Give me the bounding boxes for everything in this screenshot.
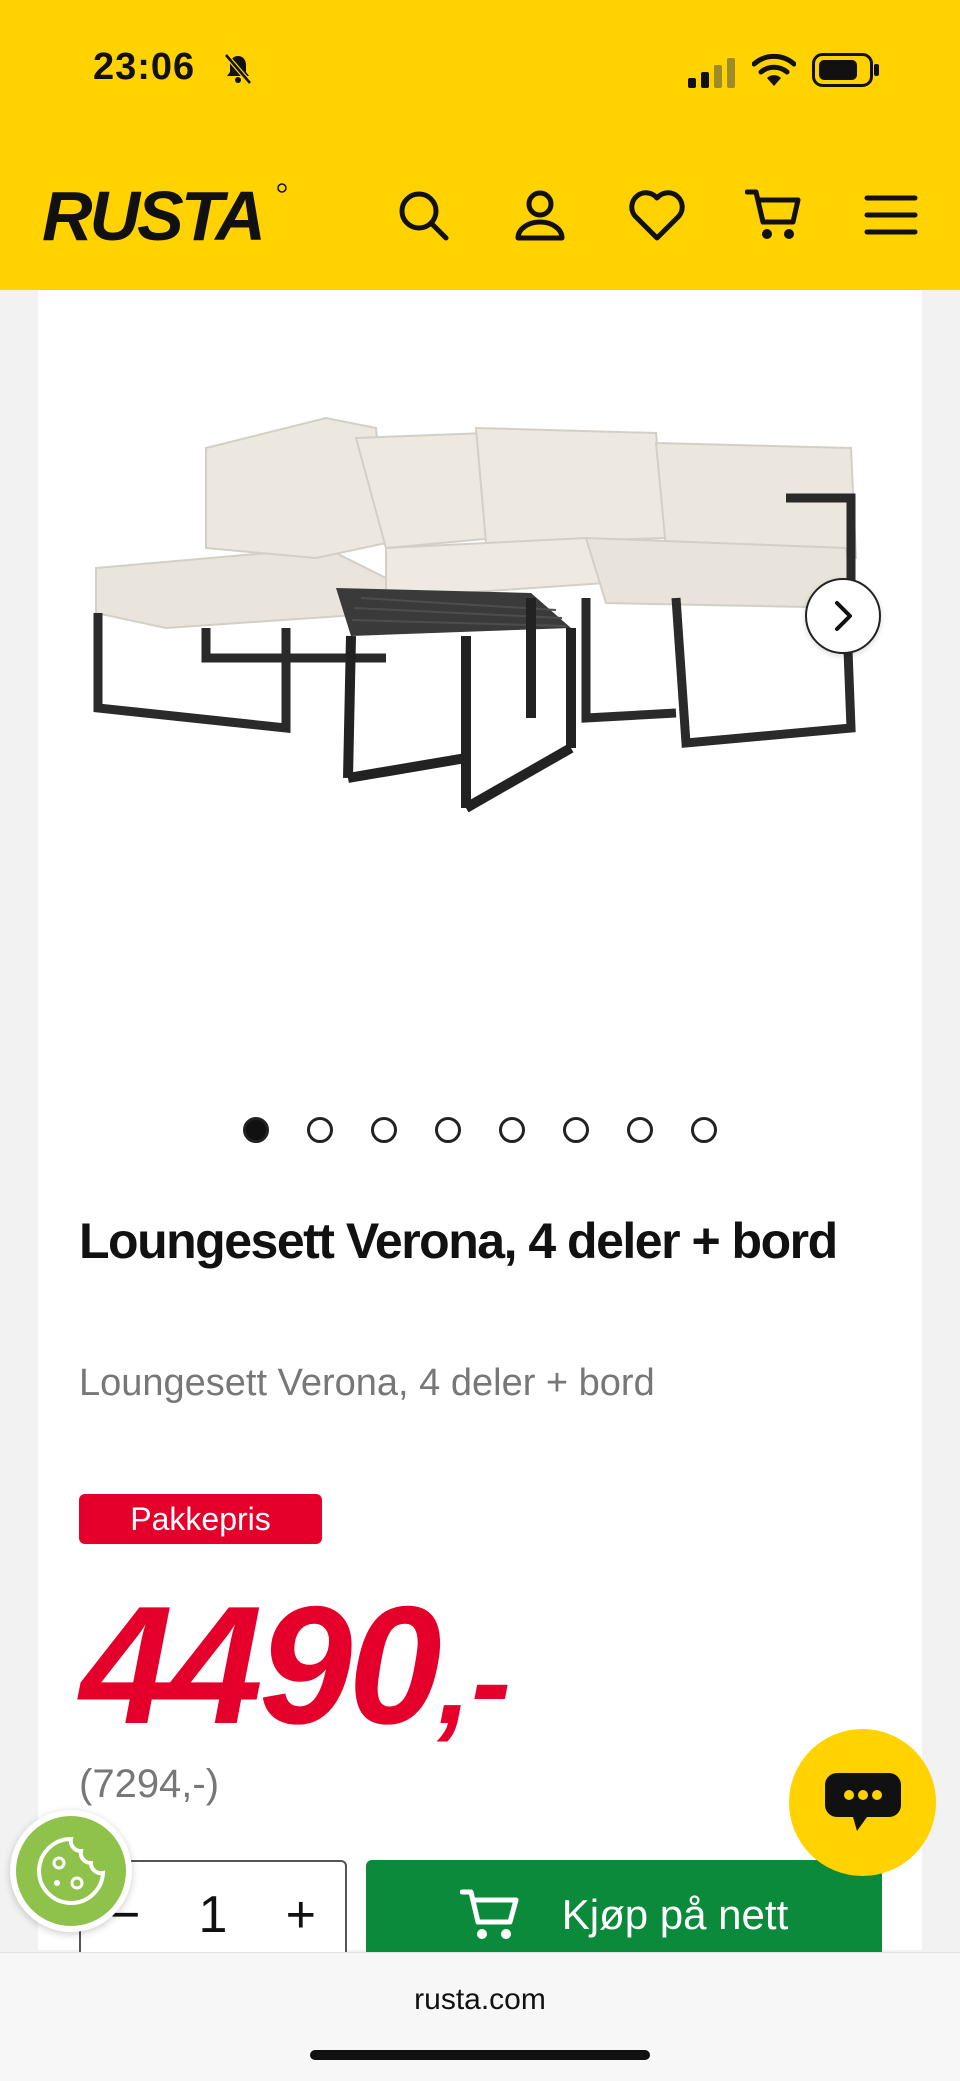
search-icon xyxy=(399,191,449,241)
cart-icon xyxy=(459,1889,519,1939)
status-time: 23:06 xyxy=(93,46,196,88)
cart-button[interactable] xyxy=(745,186,803,244)
quantity-increase-button[interactable]: + xyxy=(286,1885,316,1945)
gallery-dot[interactable] xyxy=(307,1117,333,1143)
gallery-dot[interactable] xyxy=(691,1117,717,1143)
gallery-dot[interactable] xyxy=(499,1117,525,1143)
search-button[interactable] xyxy=(394,186,452,244)
account-button[interactable] xyxy=(511,186,569,244)
quantity-value[interactable]: 1 xyxy=(199,1885,228,1945)
status-bar: 23:06 xyxy=(0,0,960,140)
product-subtitle: Loungesett Verona, 4 deler + bord xyxy=(79,1362,655,1404)
browser-url[interactable]: rusta.com xyxy=(0,1983,960,2017)
chevron-right-icon xyxy=(835,601,852,631)
cookie-icon xyxy=(37,1836,106,1905)
buy-button-label: Kjøp på nett xyxy=(561,1891,789,1938)
chat-bubble-icon xyxy=(824,1772,901,1831)
gallery-dot[interactable] xyxy=(563,1117,589,1143)
product-price: 4490,- xyxy=(80,1580,511,1767)
home-indicator[interactable] xyxy=(310,2050,650,2060)
price-suffix: ,- xyxy=(437,1615,512,1749)
heart-icon xyxy=(629,190,685,241)
svg-text:RUSTA: RUSTA xyxy=(42,178,263,250)
cookie-settings-button[interactable] xyxy=(10,1810,132,1932)
product-image[interactable] xyxy=(86,398,886,828)
wishlist-button[interactable] xyxy=(628,186,686,244)
rusta-logo[interactable]: RUSTA xyxy=(38,178,288,250)
battery-icon xyxy=(812,53,879,87)
gallery-next-button[interactable] xyxy=(805,578,881,654)
menu-icon xyxy=(864,195,918,235)
gallery-dot[interactable] xyxy=(627,1117,653,1143)
gallery-dot[interactable] xyxy=(243,1117,269,1143)
account-icon xyxy=(515,190,565,241)
price-value: 4490 xyxy=(80,1571,442,1759)
gallery-dot[interactable] xyxy=(371,1117,397,1143)
menu-button[interactable] xyxy=(862,186,920,244)
chat-button[interactable] xyxy=(789,1729,936,1876)
product-title: Loungesett Verona, 4 deler + bord xyxy=(79,1213,838,1269)
gallery-dot[interactable] xyxy=(435,1117,461,1143)
original-price: (7294,-) xyxy=(79,1762,220,1806)
cellular-signal-icon xyxy=(688,58,735,88)
cart-icon xyxy=(745,189,801,239)
price-badge: Pakkepris xyxy=(79,1494,322,1544)
silent-bell-icon xyxy=(224,53,252,85)
wifi-icon xyxy=(752,53,796,86)
gallery-pagination xyxy=(243,1117,717,1143)
